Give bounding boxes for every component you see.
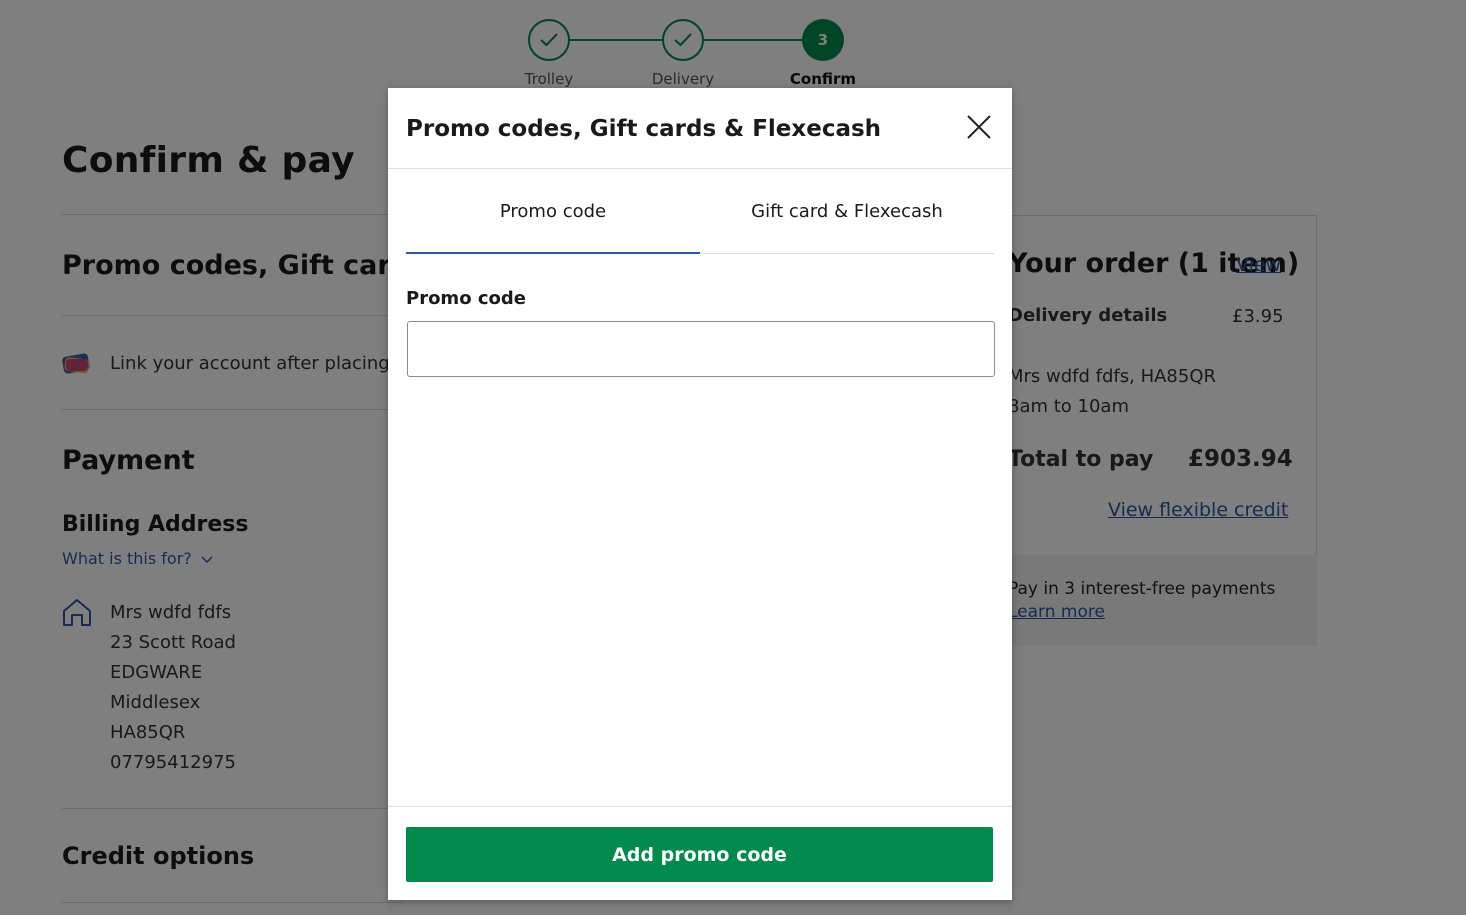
add-promo-code-button[interactable]: Add promo code bbox=[406, 827, 993, 882]
modal-footer-divider bbox=[388, 806, 1012, 807]
checkout-page: 3 Trolley Delivery Confirm Confirm & pay… bbox=[0, 0, 1466, 915]
tab-gift-card-flexecash[interactable]: Gift card & Flexecash bbox=[700, 201, 994, 222]
tab-promo-code[interactable]: Promo code bbox=[406, 201, 700, 222]
active-tab-indicator bbox=[406, 252, 700, 254]
modal-header-divider bbox=[388, 168, 1012, 169]
close-icon bbox=[967, 115, 991, 139]
promo-code-input[interactable] bbox=[407, 321, 995, 377]
promo-code-label: Promo code bbox=[406, 288, 526, 309]
close-button[interactable] bbox=[962, 110, 996, 144]
promo-modal: Promo codes, Gift cards & Flexecash Prom… bbox=[388, 88, 1012, 900]
modal-title: Promo codes, Gift cards & Flexecash bbox=[406, 116, 882, 142]
